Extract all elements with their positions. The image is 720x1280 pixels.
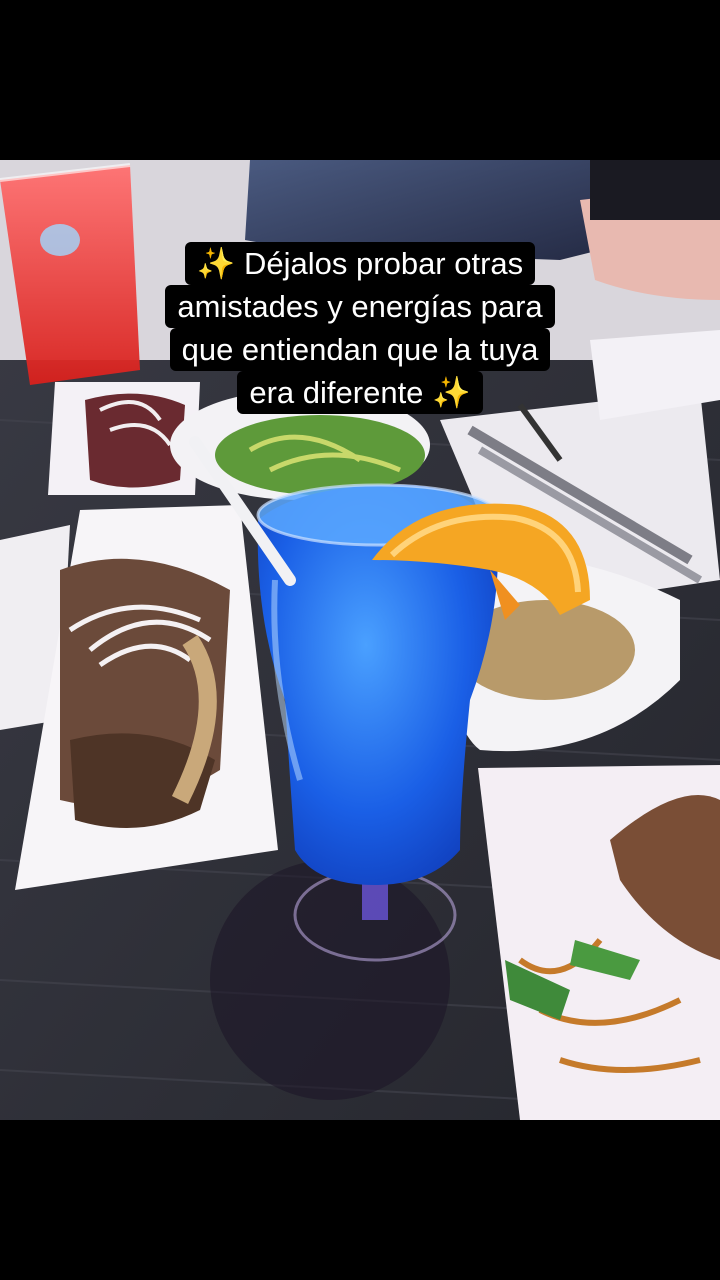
- drink-shadow: [210, 860, 450, 1100]
- caption-line-1: ✨ Déjalos probar otras: [184, 242, 536, 285]
- caption-line-2: amistades y energías para: [165, 285, 555, 328]
- caption-line-3: que entiendan que la tuya: [169, 328, 551, 371]
- letterbox-bottom: [0, 1120, 720, 1280]
- plate-noodles: [478, 765, 720, 1120]
- caption-line-4: era diferente ✨: [237, 371, 483, 414]
- caption-overlay: ✨ Déjalos probar otras amistades y energ…: [0, 242, 720, 414]
- letterbox-top: [0, 0, 720, 160]
